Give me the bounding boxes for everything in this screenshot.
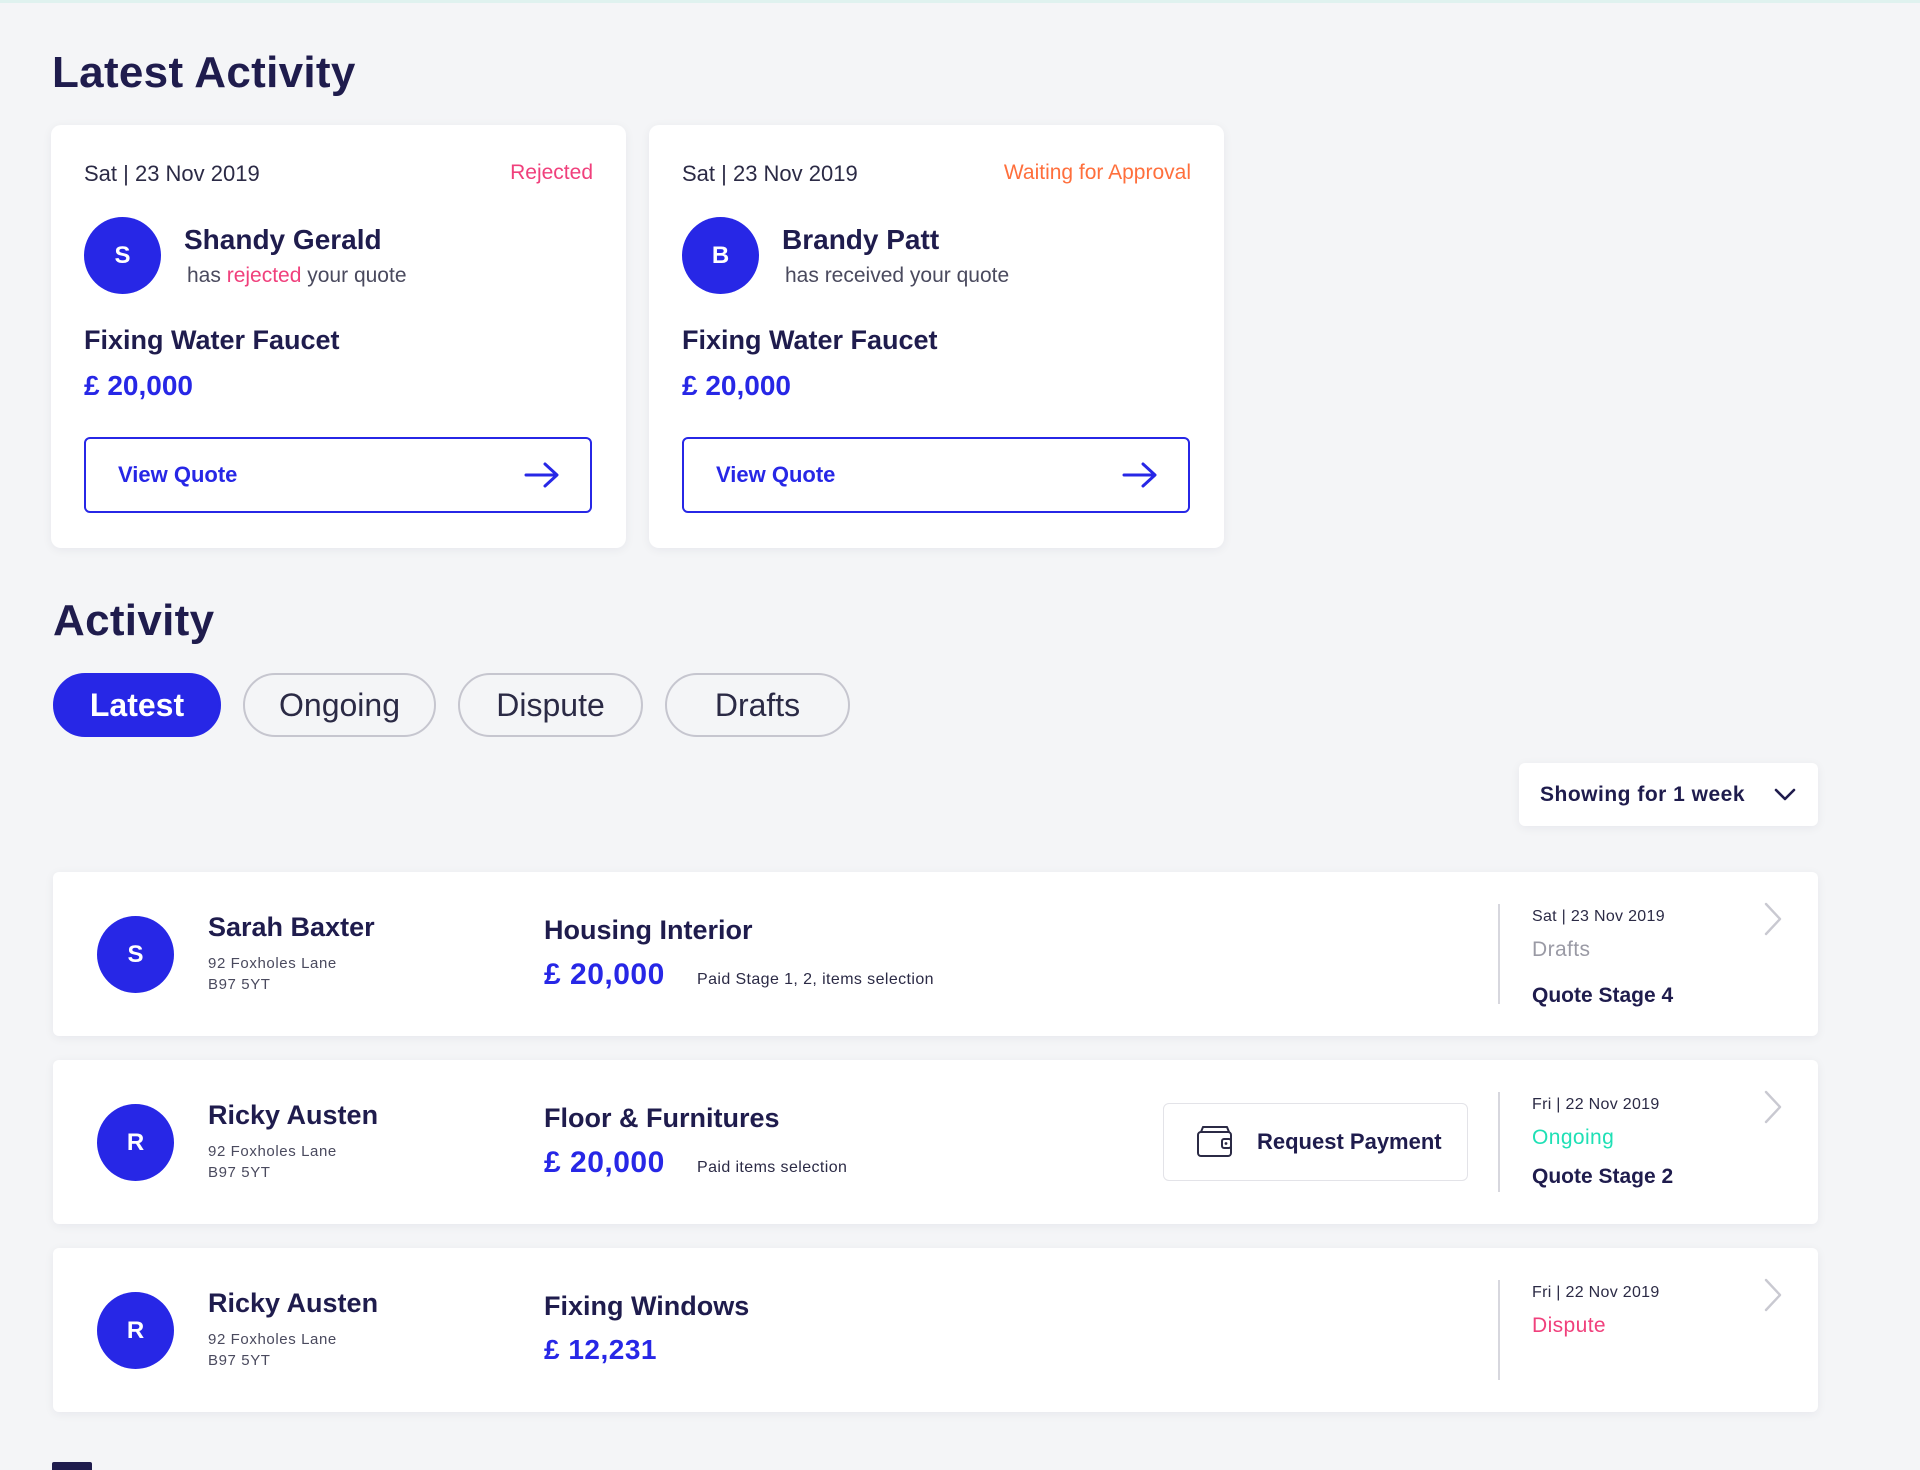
activity-row[interactable]: R Ricky Austen 92 Foxholes Lane B97 5YT … <box>53 1060 1818 1224</box>
avatar: S <box>97 916 174 993</box>
view-quote-button[interactable]: View Quote <box>682 437 1190 513</box>
arrow-right-icon <box>524 462 559 488</box>
tab-latest[interactable]: Latest <box>53 673 221 737</box>
job-title: Fixing Windows <box>544 1291 750 1321</box>
arrow-right-icon <box>1122 462 1157 488</box>
top-rule <box>0 0 1920 3</box>
avatar: S <box>84 217 161 294</box>
tab-drafts[interactable]: Drafts <box>665 673 850 737</box>
client-name: Ricky Austen <box>208 1100 379 1130</box>
tab-dispute[interactable]: Dispute <box>458 673 643 737</box>
payment-note: Paid Stage 1, 2, items selection <box>697 971 934 988</box>
latest-activity-title: Latest Activity <box>52 48 356 97</box>
payment-note: Paid items selection <box>697 1159 848 1176</box>
divider <box>1498 1280 1500 1380</box>
job-price: £ 20,000 <box>544 1146 665 1179</box>
quote-card: Sat | 23 Nov 2019 Waiting for Approval B… <box>649 125 1224 548</box>
job-price: £ 12,231 <box>544 1334 657 1365</box>
view-quote-label: View Quote <box>118 462 238 487</box>
card-status-rejected: Rejected <box>510 161 593 184</box>
card-date: Sat | 23 Nov 2019 <box>682 161 858 186</box>
address-line-2: B97 5YT <box>208 976 271 993</box>
client-name: Shandy Gerald <box>184 224 382 255</box>
address-line-2: B97 5YT <box>208 1352 271 1369</box>
divider <box>1498 904 1500 1004</box>
status-label: Drafts <box>1532 938 1591 961</box>
subtitle-prefix: has <box>187 264 227 287</box>
chevron-down-icon <box>1774 788 1796 800</box>
card-subtitle: has received your quote <box>785 264 1010 287</box>
activity-title: Activity <box>53 596 215 645</box>
row-date: Sat | 23 Nov 2019 <box>1532 908 1665 925</box>
card-subtitle: has rejected your quote <box>187 264 407 288</box>
job-title: Fixing Water Faucet <box>682 325 938 355</box>
request-payment-button[interactable]: Request Payment <box>1163 1103 1468 1181</box>
activity-row[interactable]: R Ricky Austen 92 Foxholes Lane B97 5YT … <box>53 1248 1818 1412</box>
avatar: B <box>682 217 759 294</box>
status-label: Dispute <box>1532 1314 1607 1337</box>
address-line-2: B97 5YT <box>208 1164 271 1181</box>
row-date: Fri | 22 Nov 2019 <box>1532 1284 1660 1301</box>
subtitle-suffix: your quote <box>301 264 407 287</box>
job-price: £ 20,000 <box>682 370 791 401</box>
row-date: Fri | 22 Nov 2019 <box>1532 1096 1660 1113</box>
quote-stage: Quote Stage 4 <box>1532 984 1674 1007</box>
period-filter-label: Showing for 1 week <box>1540 782 1746 806</box>
card-status-waiting: Waiting for Approval <box>1003 161 1191 184</box>
address-line-1: 92 Foxholes Lane <box>208 1143 337 1160</box>
activity-row[interactable]: S Sarah Baxter 92 Foxholes Lane B97 5YT … <box>53 872 1818 1036</box>
subtitle-highlight: rejected <box>226 264 302 287</box>
job-title: Floor & Furnitures <box>544 1103 780 1133</box>
quote-card: Sat | 23 Nov 2019 Rejected S Shandy Gera… <box>51 125 626 548</box>
status-label: Ongoing <box>1532 1126 1615 1149</box>
request-payment-label: Request Payment <box>1257 1129 1442 1154</box>
view-quote-button[interactable]: View Quote <box>84 437 592 513</box>
job-price: £ 20,000 <box>84 370 193 401</box>
avatar: R <box>97 1104 174 1181</box>
period-filter-dropdown[interactable]: Showing for 1 week <box>1519 763 1818 826</box>
address-line-1: 92 Foxholes Lane <box>208 1331 337 1348</box>
address-line-1: 92 Foxholes Lane <box>208 955 337 972</box>
quote-stage: Quote Stage 2 <box>1532 1165 1674 1188</box>
view-quote-label: View Quote <box>716 462 836 487</box>
activity-tabs: Latest Ongoing Dispute Drafts <box>53 673 850 737</box>
wallet-icon <box>1197 1126 1232 1157</box>
job-title: Fixing Water Faucet <box>84 325 340 355</box>
client-name: Brandy Patt <box>782 224 940 255</box>
chevron-right-icon[interactable] <box>1758 900 1788 938</box>
job-price: £ 20,000 <box>544 958 665 991</box>
card-date: Sat | 23 Nov 2019 <box>84 161 260 186</box>
chevron-right-icon[interactable] <box>1758 1276 1788 1314</box>
next-section-heading-fragment <box>52 1462 92 1470</box>
chevron-right-icon[interactable] <box>1758 1088 1788 1126</box>
client-name: Sarah Baxter <box>208 912 375 942</box>
job-title: Housing Interior <box>544 915 753 945</box>
client-name: Ricky Austen <box>208 1288 379 1318</box>
avatar: R <box>97 1292 174 1369</box>
divider <box>1498 1092 1500 1192</box>
tab-ongoing[interactable]: Ongoing <box>243 673 436 737</box>
